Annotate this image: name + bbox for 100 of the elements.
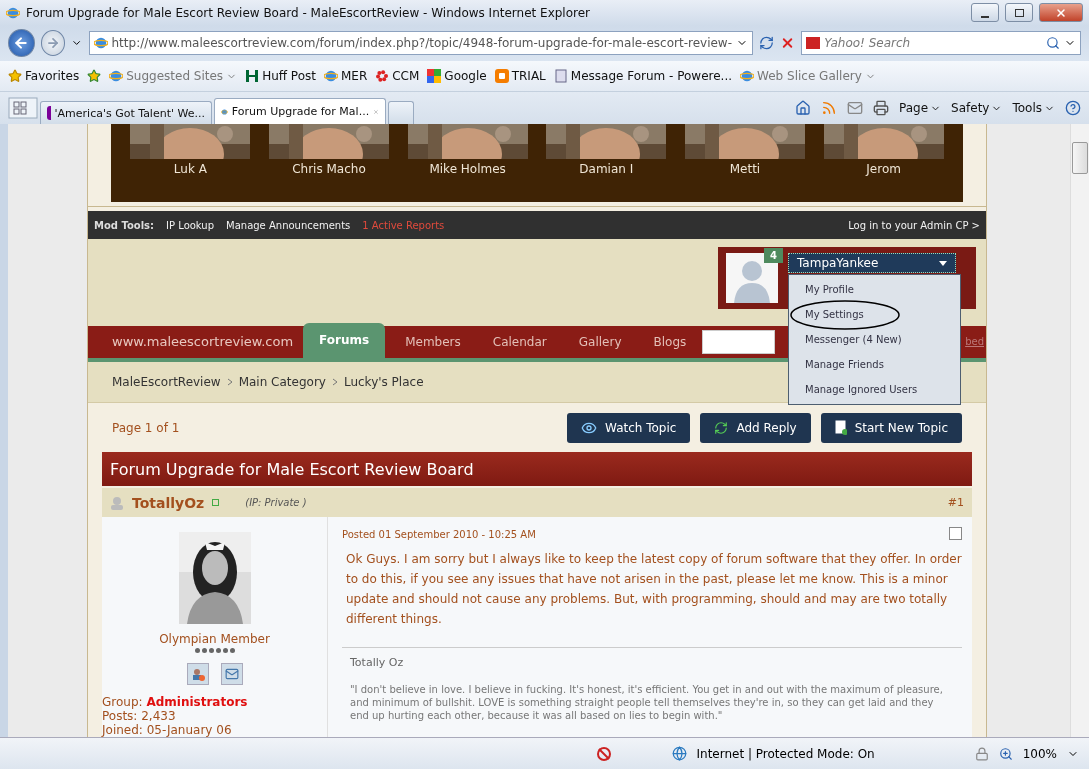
model-name[interactable]: Jerom: [866, 162, 901, 177]
favorite-link[interactable]: Web Slice Gallery: [740, 69, 876, 83]
external-link-icon: [212, 499, 220, 507]
group-label: Group: Administrators: [102, 695, 248, 710]
action-button[interactable]: Start New Topic: [820, 412, 962, 443]
message-button[interactable]: [220, 663, 243, 686]
browser-tab[interactable]: Forum Upgrade for Mal...: [214, 98, 386, 125]
favorites-button[interactable]: Favorites: [8, 69, 80, 83]
maximize-icon: [1014, 8, 1024, 17]
forward-button[interactable]: [40, 30, 66, 57]
breadcrumb-link[interactable]: Lucky's Place: [343, 374, 424, 389]
model-name[interactable]: Damian I: [579, 162, 634, 177]
bars-icon: [245, 69, 260, 83]
action-button[interactable]: Add Reply: [700, 412, 811, 443]
search-field[interactable]: Yahoo! Search: [801, 31, 1081, 56]
avatar-icon: [726, 253, 778, 303]
breadcrumb-link[interactable]: Main Category: [238, 374, 326, 389]
help-icon[interactable]: [1065, 100, 1081, 117]
zoom-icon[interactable]: [998, 746, 1013, 761]
separator-icon: [226, 377, 233, 386]
zoom-level[interactable]: 100%: [1022, 746, 1057, 761]
nav-tab[interactable]: Blogs: [637, 325, 703, 358]
new-page-icon: [834, 420, 847, 436]
nav-tab[interactable]: Calendar: [476, 325, 563, 358]
print-icon[interactable]: [873, 100, 889, 117]
back-button[interactable]: [8, 29, 35, 58]
mail-icon[interactable]: [847, 100, 863, 117]
admin-link[interactable]: Log in to your Admin CP >: [848, 219, 980, 231]
nav-tab[interactable]: Gallery: [562, 325, 638, 358]
maximize-button[interactable]: [1005, 3, 1033, 23]
feed-icon[interactable]: [821, 100, 837, 117]
minimize-button[interactable]: [971, 3, 999, 23]
browser-tab[interactable]: 'America's Got Talent' We...: [40, 101, 212, 125]
search-icon[interactable]: [1046, 36, 1060, 51]
site-link[interactable]: www.maleescortreview.com: [112, 334, 294, 350]
menu-item[interactable]: Manage Friends: [789, 352, 960, 377]
breadcrumb-link[interactable]: MaleEscortReview: [112, 374, 221, 389]
post-number[interactable]: #1: [947, 496, 964, 510]
favorite-link[interactable]: CCM: [375, 69, 420, 83]
topic-title: Forum Upgrade for Male Escort Review Board: [102, 452, 972, 486]
flower-icon: [375, 69, 390, 83]
address-field[interactable]: http://www.maleescortreview.com/forum/index.php?/topic/4948-forum-upgrade-for-male-escort-review-: [88, 31, 753, 56]
search-field[interactable]: [702, 329, 776, 354]
nav-tab[interactable]: Members: [389, 325, 477, 358]
blog-icon: [494, 69, 509, 83]
profile-button[interactable]: [186, 663, 209, 686]
privacy-icon: [595, 745, 612, 762]
select-checkbox[interactable]: [949, 527, 962, 541]
browser-icon: [740, 69, 755, 83]
signature-name: Totally Oz: [350, 656, 405, 670]
new-tab-button[interactable]: [388, 101, 414, 125]
add-favorite-icon[interactable]: [87, 69, 102, 83]
favorite-link[interactable]: Message Forum - Powere...: [553, 69, 733, 83]
command-menu[interactable]: Safety: [951, 100, 1003, 117]
author-link[interactable]: TotallyOz: [132, 494, 205, 511]
mail-icon: [224, 667, 239, 682]
menu-item[interactable]: Manage Ignored Users: [789, 377, 960, 402]
nav-tab[interactable]: Forums: [303, 322, 386, 358]
page-count: Page 1 of 1: [112, 420, 180, 435]
home-icon[interactable]: [795, 100, 811, 117]
favorite-link[interactable]: MER: [323, 69, 368, 83]
refresh-icon: [714, 420, 729, 435]
browser-icon: [109, 69, 124, 83]
user-icon: [110, 495, 124, 510]
browser-icon: [6, 5, 20, 20]
search-provider-icon: [806, 37, 821, 50]
star-icon: [8, 69, 22, 83]
lock-icon[interactable]: [974, 746, 989, 761]
menu-item[interactable]: My Profile: [789, 277, 960, 302]
page-icon: [553, 69, 568, 83]
favorite-link[interactable]: TRIAL: [494, 69, 546, 83]
forward-arrow-icon: [45, 36, 60, 51]
scrollbar[interactable]: [1070, 124, 1089, 738]
close-button[interactable]: [1039, 3, 1083, 23]
quick-tabs-icon[interactable]: [8, 97, 38, 120]
user-icon: [190, 667, 205, 682]
menu-item[interactable]: Messenger (4 New): [789, 327, 960, 352]
user-dropdown[interactable]: TampaYankee: [788, 253, 956, 273]
favorite-link[interactable]: Huff Post: [245, 69, 316, 83]
mod-link[interactable]: Manage Announcements: [226, 219, 351, 231]
model-name[interactable]: Luk A: [173, 162, 207, 177]
favorite-link[interactable]: Suggested Sites: [109, 69, 238, 83]
zone-label: Internet | Protected Mode: On: [696, 746, 875, 761]
mod-link[interactable]: IP Lookup: [166, 219, 215, 231]
post-date: Posted 01 September 2010 - 10:25 AM: [342, 529, 536, 541]
separator-icon: [331, 377, 338, 386]
command-menu[interactable]: Page: [899, 100, 942, 117]
window-title: Forum Upgrade for Male Escort Review Board - MaleEscortReview - Windows Internet Explorer: [26, 5, 592, 20]
command-menu[interactable]: Tools: [1012, 100, 1055, 117]
favorite-link[interactable]: Google: [427, 69, 487, 83]
menu-item[interactable]: My Settings: [789, 302, 960, 327]
refresh-icon[interactable]: [759, 35, 775, 52]
browser-icon: [323, 69, 338, 83]
model-name[interactable]: Chris Macho: [292, 162, 366, 177]
model-name[interactable]: Mike Holmes: [429, 162, 506, 177]
action-button[interactable]: Watch Topic: [567, 412, 691, 443]
post-count: Posts: 2,433: [102, 709, 176, 724]
ip-label: (IP: Private ): [245, 497, 307, 509]
model-name[interactable]: Metti: [729, 162, 761, 177]
close-icon: [1055, 6, 1067, 19]
